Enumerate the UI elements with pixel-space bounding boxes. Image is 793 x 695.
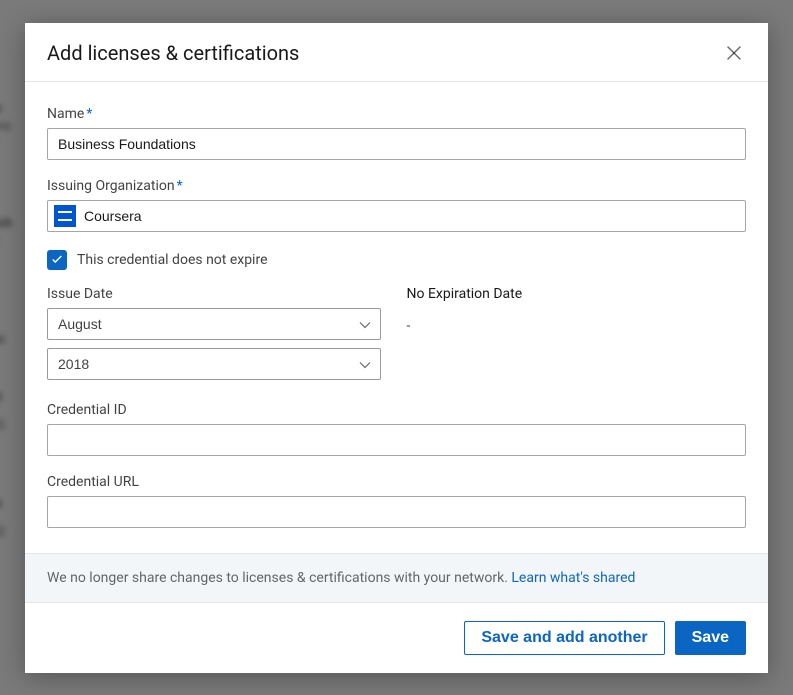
name-label: Name* (47, 106, 746, 122)
expiration-value: - (407, 318, 747, 334)
cred-url-group: Credential URL (47, 474, 746, 528)
org-input[interactable] (84, 201, 739, 231)
expiration-col: No Expiration Date - (407, 286, 747, 388)
info-bar: We no longer share changes to licenses &… (25, 553, 768, 603)
no-expire-checkbox[interactable] (47, 250, 67, 270)
name-input[interactable] (47, 128, 746, 160)
modal-footer: Save and add another Save (25, 603, 768, 673)
close-icon (723, 42, 745, 64)
modal-title: Add licenses & certifications (47, 41, 299, 65)
issue-year-select[interactable]: 2018 (47, 348, 381, 380)
info-text: We no longer share changes to licenses &… (47, 570, 511, 586)
issue-date-label: Issue Date (47, 286, 387, 302)
no-expire-row: This credential does not expire (47, 250, 746, 270)
date-row: Issue Date August 2018 (47, 286, 746, 388)
expiration-label: No Expiration Date (407, 286, 747, 302)
checkmark-icon (50, 253, 64, 267)
org-input-wrap[interactable] (47, 200, 746, 232)
cred-id-group: Credential ID (47, 402, 746, 456)
coursera-logo-icon (54, 205, 76, 227)
name-group: Name* (47, 106, 746, 160)
issue-month-select[interactable]: August (47, 308, 381, 340)
modal-header: Add licenses & certifications (25, 23, 768, 82)
modal-body: Name* Issuing Organization* This credent… (25, 82, 768, 553)
close-button[interactable] (722, 41, 746, 65)
cred-id-input[interactable] (47, 424, 746, 456)
cred-url-label: Credential URL (47, 474, 746, 490)
issue-date-col: Issue Date August 2018 (47, 286, 387, 388)
cred-url-input[interactable] (47, 496, 746, 528)
add-license-modal: Add licenses & certifications Name* Issu… (25, 23, 768, 673)
save-button[interactable]: Save (675, 621, 746, 655)
org-group: Issuing Organization* (47, 178, 746, 232)
cred-id-label: Credential ID (47, 402, 746, 418)
save-add-another-button[interactable]: Save and add another (464, 621, 664, 655)
org-label: Issuing Organization* (47, 178, 746, 194)
no-expire-label: This credential does not expire (77, 252, 268, 268)
learn-shared-link[interactable]: Learn what's shared (511, 570, 635, 586)
